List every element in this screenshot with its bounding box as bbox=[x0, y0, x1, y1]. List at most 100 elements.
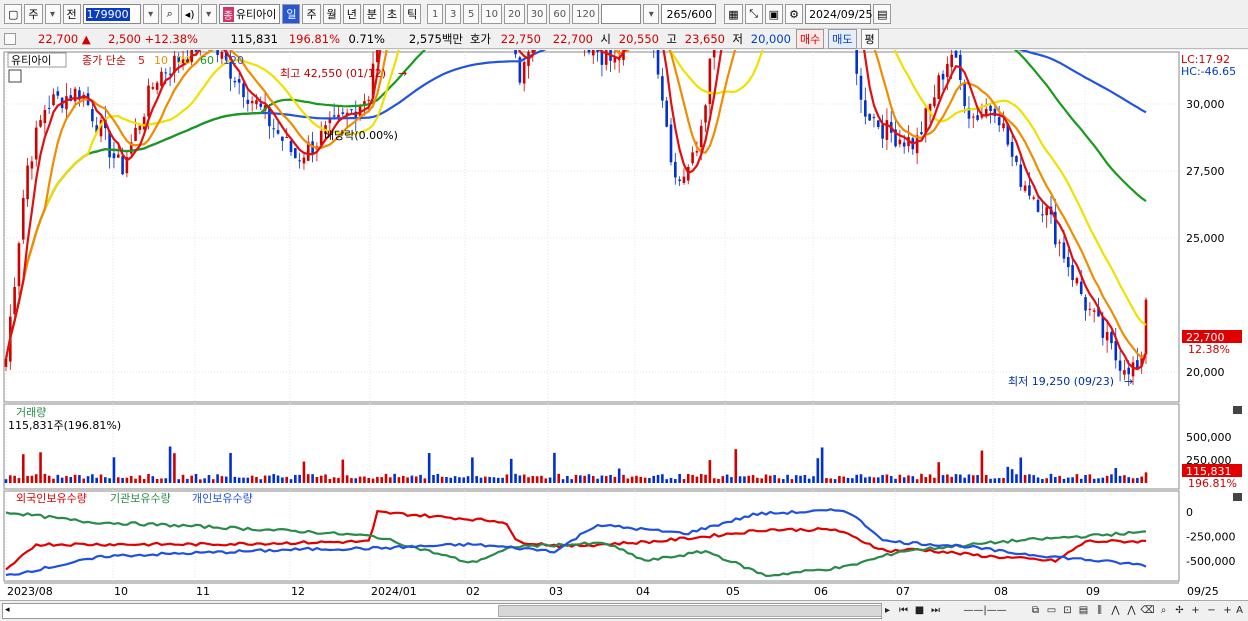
eval-button[interactable]: 평 bbox=[860, 28, 879, 49]
buy-button[interactable]: 매수 bbox=[796, 28, 825, 49]
candle-body bbox=[669, 124, 673, 163]
scroll-thumb[interactable] bbox=[498, 605, 882, 617]
period-main-select[interactable]: 주 bbox=[24, 4, 43, 24]
window-icon[interactable]: ▢ bbox=[4, 4, 23, 24]
volume-bar bbox=[816, 458, 820, 483]
interval-20[interactable]: 20 bbox=[503, 4, 525, 24]
font-icon[interactable]: A bbox=[1232, 603, 1247, 619]
code-dropdown-icon[interactable]: ▾ bbox=[142, 4, 159, 24]
volume-bar bbox=[561, 479, 565, 483]
volume-bar bbox=[371, 478, 375, 483]
open-label: 시 bbox=[600, 31, 611, 46]
volume-bar bbox=[311, 474, 314, 483]
volume-bar bbox=[756, 477, 759, 483]
layout-icon[interactable]: ▭ bbox=[1044, 603, 1059, 619]
scroll-right-icon[interactable]: ▸ bbox=[880, 603, 895, 619]
volume-bar bbox=[626, 478, 630, 483]
save-icon[interactable]: ▣ bbox=[764, 4, 784, 24]
period-second[interactable]: 초 bbox=[382, 4, 402, 24]
sell-button[interactable]: 매도 bbox=[828, 28, 857, 49]
scroll-left-icon[interactable]: ◂ bbox=[5, 605, 10, 615]
stop-icon[interactable]: ■ bbox=[912, 603, 927, 619]
volume-bar bbox=[613, 476, 617, 483]
calendar-icon[interactable]: ▤ bbox=[873, 4, 892, 24]
compare-icon[interactable]: ⧉ bbox=[1028, 603, 1043, 619]
date-input[interactable]: 2024/09/25 bbox=[805, 4, 872, 24]
magnify-icon[interactable]: ⌕ bbox=[1156, 603, 1171, 619]
x-axis-tick: 12 bbox=[291, 585, 305, 598]
first-page-icon[interactable]: ⏮ bbox=[896, 603, 911, 619]
volume-bar bbox=[864, 477, 867, 483]
stock-name-field[interactable]: 종 유티아이 bbox=[218, 4, 281, 24]
chart-scrollbar[interactable]: ◂ bbox=[2, 603, 882, 619]
crosshair-icon[interactable]: ✢ bbox=[1172, 603, 1187, 619]
search-icon[interactable]: ⌕ bbox=[160, 4, 179, 24]
ma-label: 종가 단순 bbox=[82, 54, 126, 67]
chevron-down-icon[interactable]: ▾ bbox=[44, 4, 61, 24]
volume-bar bbox=[915, 479, 919, 483]
change-value: 2,500 bbox=[108, 31, 141, 46]
interval-5[interactable]: 5 bbox=[463, 4, 480, 24]
volume-bar bbox=[496, 477, 500, 483]
indicator-icon[interactable]: ▦ bbox=[724, 4, 743, 24]
line-tool-icon[interactable]: ⋀ bbox=[1124, 603, 1139, 619]
zoom-slider[interactable]: ——|—— bbox=[950, 603, 1020, 619]
volume-bar bbox=[1088, 474, 1092, 483]
eraser-icon[interactable]: ⌫ bbox=[1140, 603, 1155, 619]
volume-bar bbox=[393, 473, 396, 483]
table-icon[interactable]: ▤ bbox=[1076, 603, 1091, 619]
checkbox[interactable] bbox=[4, 32, 16, 45]
screenshot-icon[interactable]: ⊡ bbox=[1060, 603, 1075, 619]
last-page-icon[interactable]: ⏭ bbox=[928, 603, 943, 619]
interval-3[interactable]: 3 bbox=[445, 4, 462, 24]
volume-bar bbox=[829, 478, 833, 483]
prev-button[interactable]: 전 bbox=[62, 4, 81, 24]
custom-interval-input[interactable] bbox=[601, 4, 642, 24]
settings-icon[interactable]: ⚙ bbox=[785, 4, 804, 24]
volume-bar bbox=[924, 477, 928, 483]
main-toolbar: ▢ 주 ▾ 전 179900 ▾ ⌕ ◂) ▾ 종 유티아이 일 주 월 년 분 … bbox=[0, 0, 1248, 28]
period-day[interactable]: 일 bbox=[282, 4, 301, 24]
stock-code-input[interactable]: 179900 bbox=[82, 4, 141, 24]
price-tick: 20,000 bbox=[1186, 366, 1225, 379]
volume-tick: 500,000 bbox=[1186, 431, 1232, 444]
period-year[interactable]: 년 bbox=[342, 4, 361, 24]
interval-120[interactable]: 120 bbox=[572, 4, 600, 24]
volume-pct-tag: 196.81% bbox=[1188, 477, 1237, 490]
count-input[interactable]: 265/600 bbox=[661, 4, 717, 24]
bar-chart-icon[interactable]: ⫼ bbox=[1092, 603, 1107, 619]
candle-body bbox=[1110, 332, 1113, 344]
volume-bar bbox=[989, 478, 992, 483]
candle-body bbox=[289, 140, 293, 153]
volume-info: 115,831주(196.81%) bbox=[8, 419, 121, 432]
interval-30[interactable]: 30 bbox=[526, 4, 548, 24]
footer-scrollbar-bar: ◂ ▸ ⏮ ■ ⏭ ——|—— ⧉ ▭ ⊡ ▤ ⫼ ⋀ ⋀ ⌫ ⌕ ✢ + − … bbox=[0, 600, 1248, 621]
trend-icon[interactable]: ⋀ bbox=[1108, 603, 1123, 619]
period-minute[interactable]: 분 bbox=[362, 4, 381, 24]
volume-bar bbox=[43, 473, 47, 483]
interval-60[interactable]: 60 bbox=[549, 4, 571, 24]
candle-body bbox=[682, 176, 686, 183]
period-week[interactable]: 주 bbox=[302, 4, 321, 24]
chevron-down-icon[interactable]: ▾ bbox=[643, 4, 660, 24]
chevron-down-icon[interactable]: ▾ bbox=[200, 4, 217, 24]
candle-body bbox=[864, 100, 867, 117]
zoom-in-icon[interactable]: + bbox=[1188, 603, 1203, 619]
volume-bar bbox=[367, 477, 371, 483]
volume-bar bbox=[708, 460, 712, 483]
volume-bar bbox=[678, 473, 681, 483]
volume-bar bbox=[47, 475, 51, 483]
period-tick[interactable]: 틱 bbox=[403, 4, 422, 24]
zoom-out-icon[interactable]: − bbox=[1204, 603, 1219, 619]
volume-bar bbox=[699, 474, 703, 483]
volume-bar bbox=[803, 474, 807, 483]
interval-10[interactable]: 10 bbox=[481, 4, 502, 24]
interval-1[interactable]: 1 bbox=[427, 4, 444, 24]
period-month[interactable]: 월 bbox=[322, 4, 341, 24]
volume-bar bbox=[164, 478, 168, 483]
sound-icon[interactable]: ◂) bbox=[180, 4, 199, 24]
stock-chart[interactable]: 40,00037,50035,00032,50030,00027,50025,0… bbox=[0, 50, 1248, 600]
volume-bar bbox=[609, 474, 612, 483]
draw-tool-icon[interactable]: ⤡ bbox=[744, 4, 763, 24]
volume-bar bbox=[445, 477, 448, 483]
